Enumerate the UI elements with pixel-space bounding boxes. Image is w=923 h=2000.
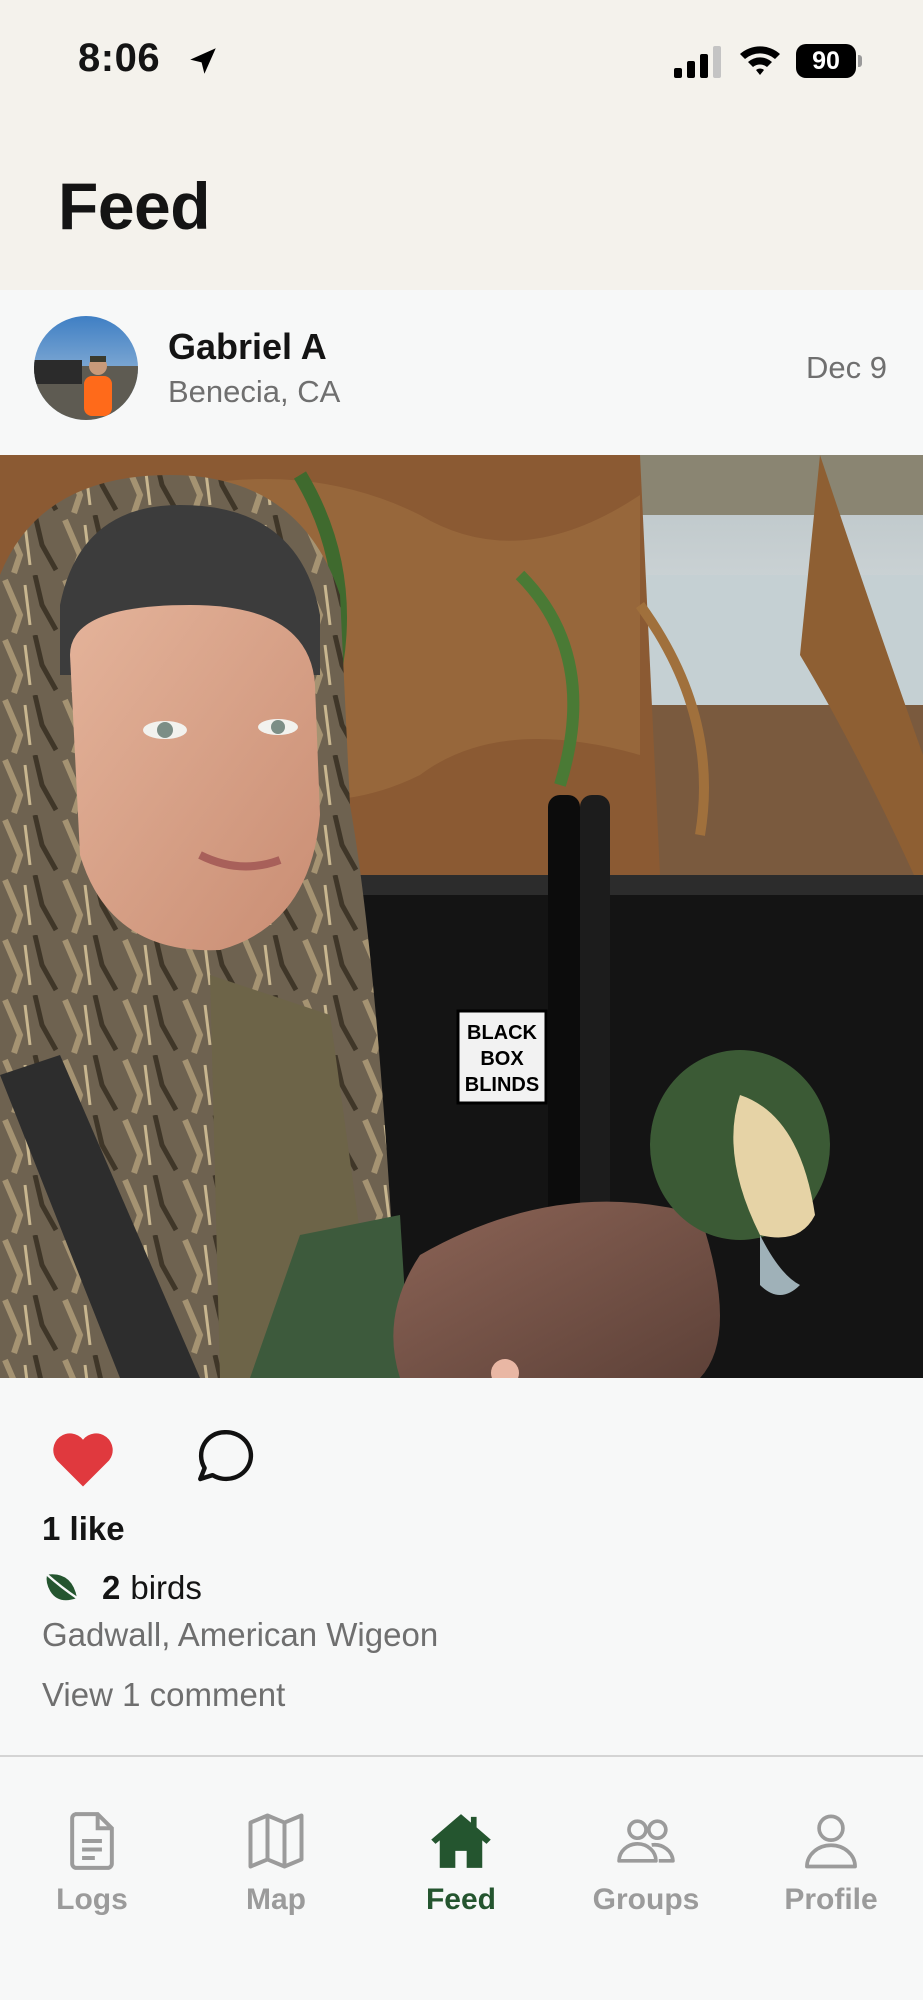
page-title: Feed [58, 169, 211, 243]
view-comments-link[interactable]: View 1 comment [42, 1676, 285, 1714]
avatar[interactable] [34, 316, 138, 420]
location-arrow-icon [190, 48, 216, 74]
sign-line-3: BLINDS [465, 1074, 539, 1096]
post-header: Gabriel A Benecia, CA Dec 9 [0, 290, 923, 455]
post-actions: 1 like 2 birds Gadwall, American Wigeon … [0, 1378, 923, 1755]
battery-icon: 90 [796, 44, 862, 78]
likes-count[interactable]: 1 like [42, 1510, 125, 1548]
tab-logs[interactable]: Logs [0, 1807, 184, 1917]
sign-line-1: BLACK [467, 1022, 538, 1044]
person-icon [805, 1814, 857, 1869]
page-header: Feed [0, 120, 923, 290]
status-bar: 8:06 90 [0, 0, 923, 120]
tab-bar: Logs Map Feed Groups Profile [0, 1755, 923, 2000]
tab-label-profile: Profile [784, 1883, 878, 1916]
author-name[interactable]: Gabriel A [168, 326, 327, 368]
cellular-signal-icon [674, 46, 721, 78]
species-list: Gadwall, American Wigeon [42, 1616, 439, 1653]
people-icon [617, 1819, 675, 1863]
comment-icon[interactable] [192, 1424, 258, 1490]
heart-icon[interactable] [50, 1428, 116, 1490]
tab-groups[interactable]: Groups [554, 1807, 738, 1917]
tab-feed[interactable]: Feed [369, 1807, 553, 1917]
post-date: Dec 9 [806, 350, 887, 385]
author-location: Benecia, CA [168, 374, 341, 409]
tab-label-groups: Groups [592, 1883, 700, 1916]
tab-profile[interactable]: Profile [739, 1807, 923, 1917]
map-icon [248, 1813, 304, 1869]
leaf-icon [46, 1573, 78, 1601]
tab-label-map: Map [246, 1883, 306, 1916]
battery-level: 90 [796, 44, 856, 78]
birds-summary: 2 birds [42, 1566, 202, 1610]
birds-label: birds [130, 1569, 202, 1606]
birds-count: 2 [102, 1569, 121, 1606]
tab-map[interactable]: Map [184, 1807, 368, 1917]
wifi-icon [740, 46, 780, 75]
tab-label-logs: Logs [56, 1883, 128, 1916]
document-icon [70, 1812, 114, 1870]
home-icon [431, 1814, 491, 1868]
post-photo[interactable]: BLACK BOX BLINDS [0, 455, 923, 1378]
status-time: 8:06 [78, 36, 161, 80]
tab-label-feed: Feed [425, 1883, 497, 1916]
sign-line-2: BOX [480, 1048, 524, 1070]
